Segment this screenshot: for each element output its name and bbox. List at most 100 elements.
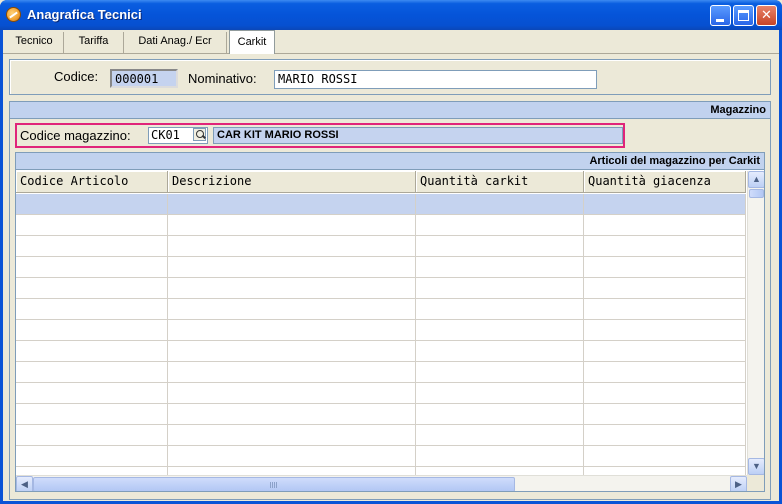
table-cell[interactable]	[16, 383, 168, 404]
horizontal-scrollbar[interactable]: ◀ ▶	[16, 475, 747, 491]
table-cell[interactable]	[584, 194, 746, 215]
vertical-scrollbar[interactable]: ▲ ▼	[747, 171, 764, 475]
table-cell[interactable]	[584, 362, 746, 383]
table-cell[interactable]	[16, 320, 168, 341]
table-cell[interactable]	[168, 383, 416, 404]
table-cell[interactable]	[168, 194, 416, 215]
tab-carkit[interactable]: Carkit	[229, 30, 275, 54]
vertical-scroll-thumb[interactable]	[749, 189, 764, 198]
table-cell[interactable]	[584, 236, 746, 257]
table-cell[interactable]	[16, 404, 168, 425]
table-row[interactable]	[16, 362, 746, 383]
column-header-quantita-giacenza[interactable]: Quantità giacenza	[584, 171, 746, 193]
table-cell[interactable]	[584, 341, 746, 362]
table-cell[interactable]	[168, 341, 416, 362]
table-cell[interactable]	[168, 236, 416, 257]
table-cell[interactable]	[168, 446, 416, 467]
table-cell[interactable]	[416, 446, 584, 467]
app-window: Anagrafica Tecnici ✕ Tecnico Tariffa Dat…	[0, 0, 782, 504]
table-row[interactable]	[16, 425, 746, 446]
table-row[interactable]	[16, 278, 746, 299]
table-row[interactable]	[16, 236, 746, 257]
tab-label: Dati Anag./ Ecr	[138, 35, 212, 47]
column-header-descrizione[interactable]: Descrizione	[168, 171, 416, 193]
table-cell[interactable]	[584, 215, 746, 236]
table-cell[interactable]	[416, 215, 584, 236]
table-cell[interactable]	[584, 404, 746, 425]
maximize-icon	[738, 10, 749, 21]
table-row[interactable]	[16, 215, 746, 236]
header-panel: Codice: 000001 Nominativo: MARIO ROSSI	[9, 59, 771, 95]
table-cell[interactable]	[416, 404, 584, 425]
horizontal-scroll-thumb[interactable]	[33, 477, 515, 491]
table-cell[interactable]	[168, 215, 416, 236]
table-cell[interactable]	[416, 362, 584, 383]
grid-title: Articoli del magazzino per Carkit	[16, 153, 764, 170]
table-cell[interactable]	[584, 383, 746, 404]
table-cell[interactable]	[16, 236, 168, 257]
table-cell[interactable]	[416, 278, 584, 299]
table-row[interactable]	[16, 446, 746, 467]
table-cell[interactable]	[16, 362, 168, 383]
table-row[interactable]	[16, 194, 746, 215]
table-row[interactable]	[16, 341, 746, 362]
table-cell[interactable]	[584, 278, 746, 299]
scroll-up-button[interactable]: ▲	[748, 171, 764, 188]
codice-label: Codice:	[54, 69, 99, 84]
table-cell[interactable]	[416, 257, 584, 278]
magazzino-panel: Magazzino Codice magazzino: CK01 CAR KIT…	[9, 101, 771, 500]
table-cell[interactable]	[16, 425, 168, 446]
table-cell[interactable]	[584, 425, 746, 446]
table-cell[interactable]	[584, 299, 746, 320]
table-cell[interactable]	[168, 404, 416, 425]
nominativo-field[interactable]: MARIO ROSSI	[274, 70, 597, 89]
tab-tecnico[interactable]: Tecnico	[5, 32, 64, 53]
table-cell[interactable]	[16, 194, 168, 215]
table-cell[interactable]	[584, 320, 746, 341]
table-row[interactable]	[16, 383, 746, 404]
table-cell[interactable]	[416, 299, 584, 320]
minimize-button[interactable]	[710, 5, 731, 26]
table-cell[interactable]	[16, 299, 168, 320]
table-cell[interactable]	[168, 362, 416, 383]
column-header-quantita-carkit[interactable]: Quantità carkit	[416, 171, 584, 193]
column-header-codice-articolo[interactable]: Codice Articolo	[16, 171, 168, 193]
scroll-right-button[interactable]: ▶	[730, 476, 747, 491]
lookup-icon[interactable]	[193, 128, 206, 141]
table-cell[interactable]	[416, 194, 584, 215]
table-cell[interactable]	[416, 383, 584, 404]
tab-dati-anag[interactable]: Dati Anag./ Ecr	[124, 32, 227, 53]
chevron-up-icon: ▲	[752, 174, 761, 184]
table-row[interactable]	[16, 320, 746, 341]
table-cell[interactable]	[416, 341, 584, 362]
tab-tariffa[interactable]: Tariffa	[64, 32, 124, 53]
table-cell[interactable]	[16, 446, 168, 467]
table-cell[interactable]	[584, 446, 746, 467]
table-cell[interactable]	[416, 236, 584, 257]
table-cell[interactable]	[16, 215, 168, 236]
app-icon	[6, 7, 21, 22]
table-cell[interactable]	[16, 341, 168, 362]
table-cell[interactable]	[168, 257, 416, 278]
table-cell[interactable]	[16, 278, 168, 299]
client-area: Tecnico Tariffa Dati Anag./ Ecr Carkit C…	[3, 30, 779, 501]
codice-field[interactable]: 000001	[110, 69, 178, 88]
table-cell[interactable]	[16, 257, 168, 278]
table-row[interactable]	[16, 299, 746, 320]
tab-label: Carkit	[237, 36, 267, 48]
table-cell[interactable]	[168, 278, 416, 299]
maximize-button[interactable]	[733, 5, 754, 26]
table-cell[interactable]	[416, 425, 584, 446]
table-cell[interactable]	[168, 425, 416, 446]
table-cell[interactable]	[416, 320, 584, 341]
table-row[interactable]	[16, 257, 746, 278]
title-bar[interactable]: Anagrafica Tecnici ✕	[0, 0, 782, 30]
table-cell[interactable]	[168, 320, 416, 341]
table-row[interactable]	[16, 404, 746, 425]
table-cell[interactable]	[168, 299, 416, 320]
scroll-left-button[interactable]: ◀	[16, 476, 33, 491]
close-button[interactable]: ✕	[756, 5, 777, 26]
table-cell[interactable]	[584, 257, 746, 278]
scroll-down-button[interactable]: ▼	[748, 458, 764, 475]
grid-body	[16, 194, 746, 488]
